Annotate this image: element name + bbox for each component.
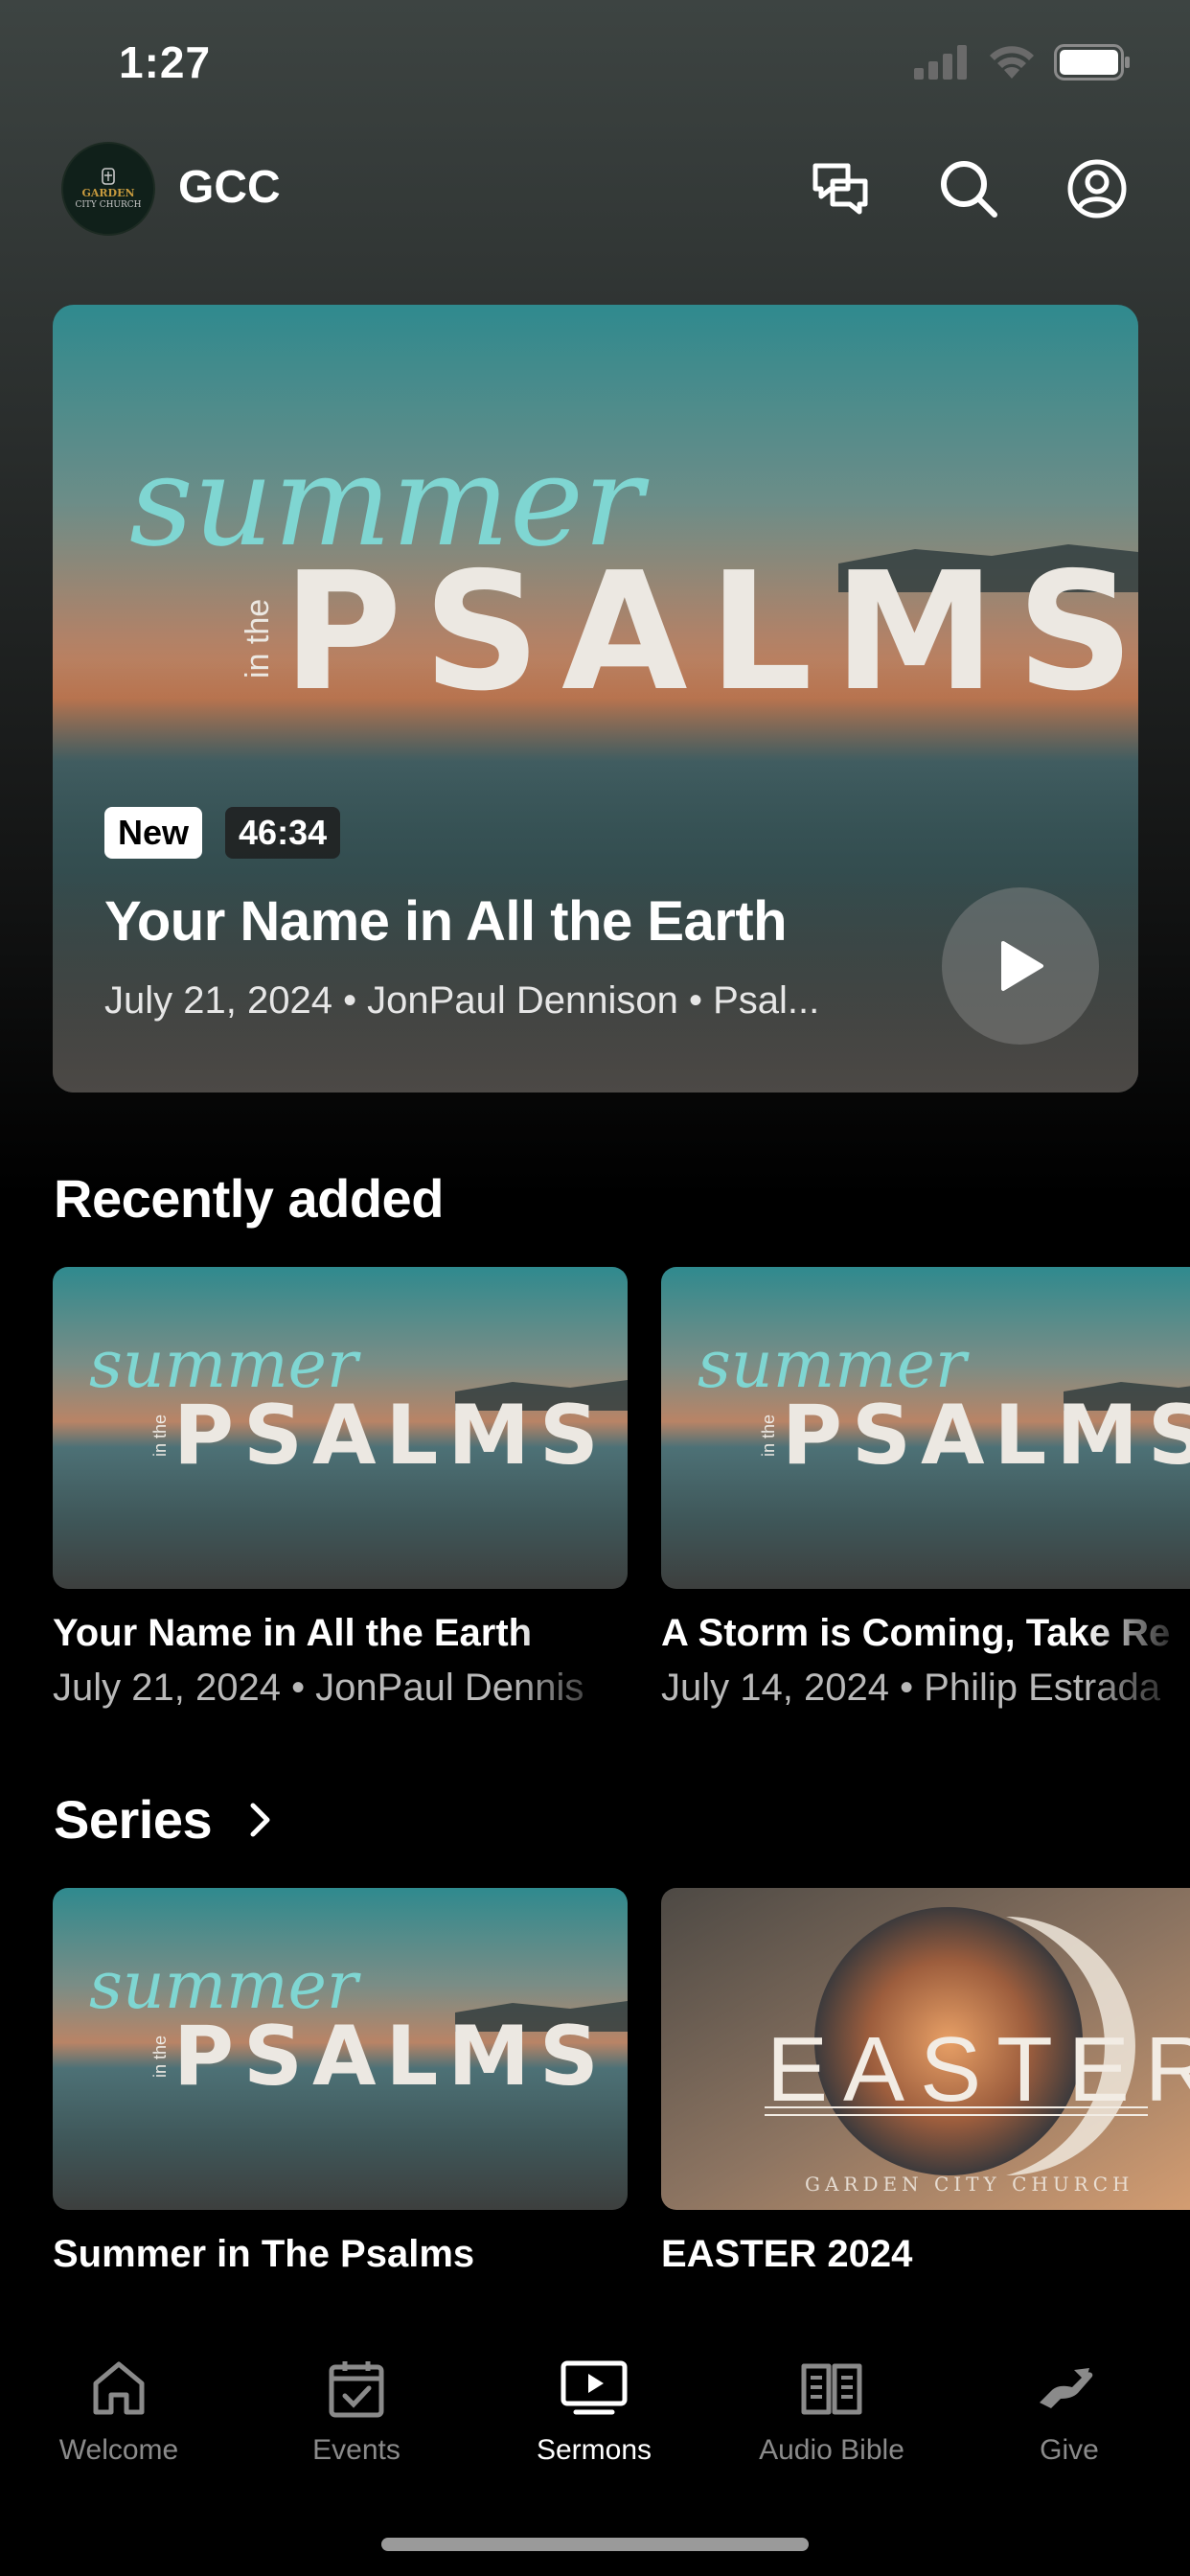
open-book-icon	[801, 2363, 862, 2415]
home-indicator[interactable]	[381, 2538, 809, 2551]
series-thumbnail: EASTER GARDEN CITY CHURCH	[661, 1888, 1190, 2210]
svg-text:PSALMS: PSALMS	[782, 1388, 1190, 1484]
recent-sermon-thumbnail: summer in the PSALMS	[53, 1267, 628, 1589]
tab-label: Welcome	[58, 2434, 179, 2466]
tv-play-icon	[561, 2360, 628, 2415]
series-thumbnail: summer in the PSALMS	[53, 1888, 628, 2210]
featured-sermon-card[interactable]: summer in the PSALMS New 46:34 Your Name…	[53, 305, 1138, 1092]
tab-events[interactable]: Events	[238, 2354, 475, 2467]
svg-text:in the: in the	[150, 2036, 170, 2078]
cellular-signal-icon	[914, 45, 967, 80]
easter-art-title: EASTER	[767, 2018, 1190, 2121]
easter-thumbnail-art: EASTER GARDEN CITY CHURCH	[661, 1888, 1190, 2210]
app-title: GCC	[178, 162, 281, 213]
tab-welcome[interactable]: Welcome	[0, 2354, 238, 2467]
status-icons	[914, 44, 1131, 80]
messages-button[interactable]	[809, 157, 872, 220]
status-time: 1:27	[119, 37, 212, 87]
psalms-thumbnail-art: summer in the PSALMS	[53, 1888, 628, 2210]
svg-text:in the: in the	[150, 1414, 170, 1457]
series-header[interactable]: Series	[54, 1788, 273, 1851]
tab-label: Events	[312, 2434, 400, 2466]
recent-sermon-card[interactable]: summer in the PSALMS A Storm is Coming, …	[661, 1267, 1190, 1710]
chat-icon	[812, 163, 868, 215]
tab-audio-bible[interactable]: Audio Bible	[713, 2354, 950, 2467]
easter-art-subtitle: GARDEN CITY CHURCH	[805, 2173, 1133, 2196]
featured-sermon-meta: July 21, 2024 • JonPaul Dennison • Psal.…	[104, 979, 820, 1022]
recent-sermon-title: A Storm is Coming, Take Re	[661, 1612, 1171, 1654]
play-button[interactable]	[942, 887, 1099, 1045]
hero-art-small: in the	[240, 599, 276, 678]
tab-give[interactable]: Give	[950, 2354, 1188, 2467]
logo-emblem-icon	[102, 168, 115, 185]
hero-art-big: PSALMS	[283, 538, 1138, 727]
duration-badge: 46:34	[225, 807, 341, 859]
svg-text:PSALMS: PSALMS	[173, 2009, 608, 2104]
recent-sermon-title: Your Name in All the Earth	[53, 1612, 533, 1654]
recent-sermon-meta: July 14, 2024 • Philip Estrada	[661, 1667, 1160, 1709]
logo-text-bottom: CITY CHURCH	[75, 200, 142, 210]
recently-added-heading: Recently added	[54, 1168, 444, 1229]
status-bar: 1:27	[0, 0, 1190, 134]
tab-label: Sermons	[536, 2434, 652, 2466]
psalms-thumbnail-art: summer in the PSALMS	[53, 1267, 628, 1589]
calendar-icon	[329, 2361, 384, 2418]
series-card[interactable]: summer in the PSALMS Summer in The Psalm…	[53, 1888, 628, 2276]
account-button[interactable]	[1065, 157, 1129, 220]
app-header: GARDEN CITY CHURCH GCC	[61, 142, 1129, 238]
series-heading: Series	[54, 1789, 213, 1850]
chevron-right-icon	[250, 1803, 270, 1836]
tab-label: Audio Bible	[759, 2434, 904, 2466]
recent-sermon-card[interactable]: summer in the PSALMS Your Name in All th…	[53, 1267, 628, 1710]
logo-text-top: GARDEN	[81, 187, 135, 199]
hero-badges: New 46:34	[104, 807, 341, 859]
psalms-thumbnail-art: summer in the PSALMS	[661, 1267, 1190, 1589]
search-button[interactable]	[937, 157, 1000, 220]
featured-sermon-title: Your Name in All the Earth	[104, 890, 788, 953]
new-badge: New	[104, 807, 203, 859]
svg-text:PSALMS: PSALMS	[173, 1388, 608, 1484]
svg-text:in the: in the	[759, 1414, 778, 1457]
search-icon	[941, 161, 997, 218]
account-icon	[1067, 159, 1127, 218]
tab-label: Give	[1040, 2434, 1099, 2466]
battery-icon	[1054, 44, 1130, 80]
series-card[interactable]: EASTER GARDEN CITY CHURCH EASTER 2024	[661, 1888, 1190, 2276]
giving-hand-icon	[1040, 2368, 1093, 2408]
tab-sermons[interactable]: Sermons	[475, 2354, 713, 2467]
header-actions	[809, 157, 1129, 220]
series-title: EASTER 2024	[661, 2233, 913, 2275]
recent-sermon-meta: July 21, 2024 • JonPaul Dennis	[53, 1667, 584, 1709]
recent-sermon-thumbnail: summer in the PSALMS	[661, 1267, 1190, 1589]
wifi-icon	[990, 46, 1034, 79]
play-icon	[1001, 941, 1043, 991]
home-icon	[93, 2361, 145, 2415]
series-title: Summer in The Psalms	[53, 2233, 475, 2275]
church-logo[interactable]: GARDEN CITY CHURCH	[61, 142, 155, 236]
